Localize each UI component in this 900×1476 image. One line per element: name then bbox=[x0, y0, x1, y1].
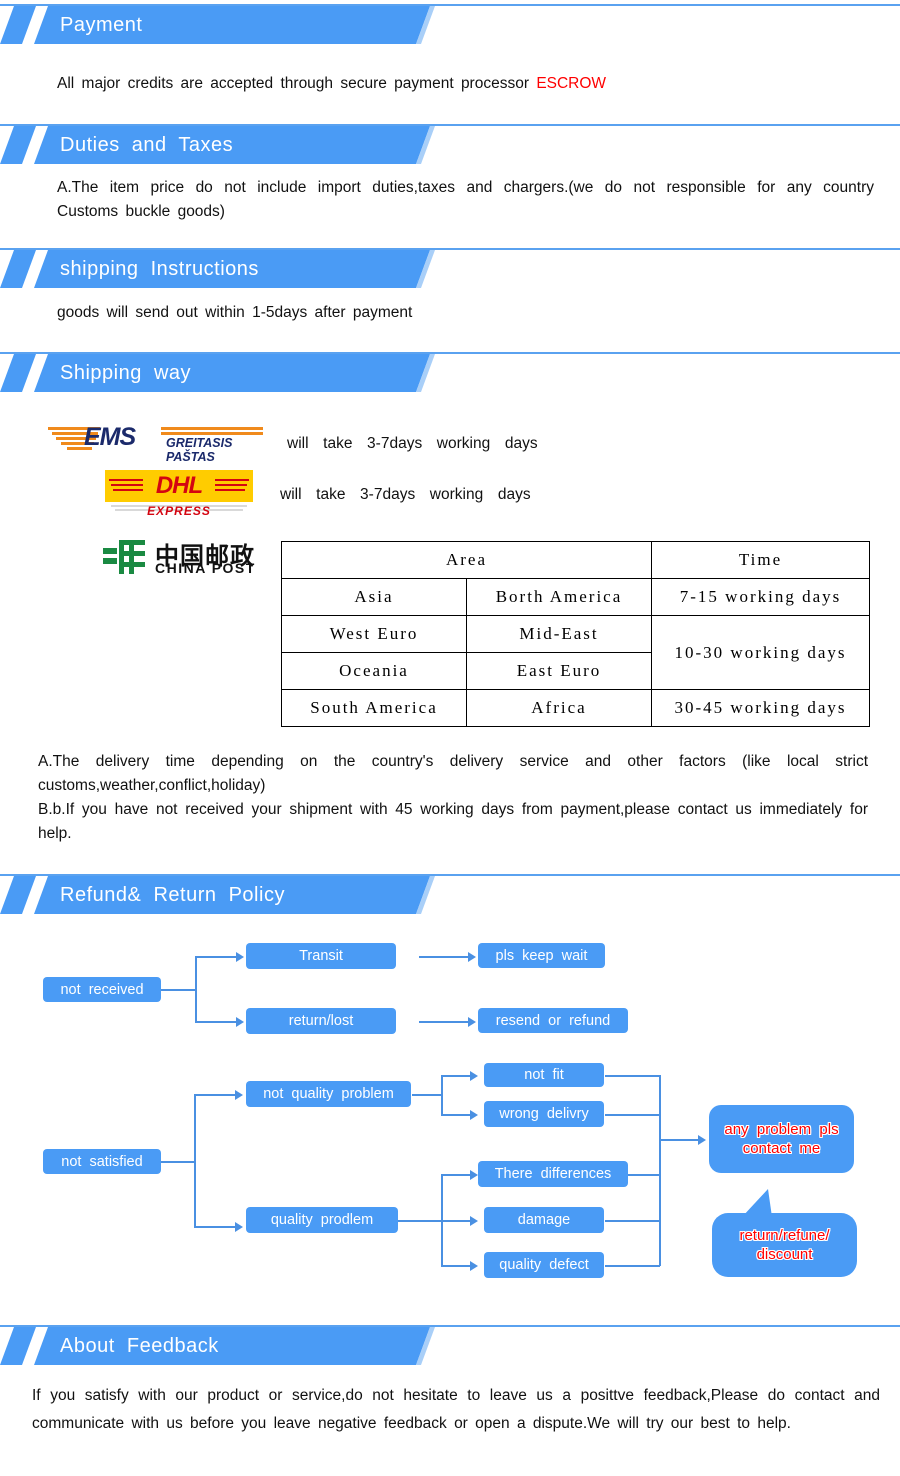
table-cell-area2: East Euro bbox=[466, 652, 652, 690]
section-shipping-instructions: shipping Instructions bbox=[0, 248, 900, 288]
section-banner-shipping-instructions: shipping Instructions bbox=[0, 248, 900, 288]
ems-logo: EMS GREITASIS PAŠTAS bbox=[48, 423, 263, 464]
ems-subtext: GREITASIS PAŠTAS bbox=[166, 436, 233, 464]
table-cell-area1: Oceania bbox=[281, 652, 467, 690]
flow-node-not-satisfied[interactable]: not satisfied bbox=[43, 1149, 161, 1174]
section-banner-feedback: About Feedback bbox=[0, 1325, 900, 1365]
table-cell-area2: Borth America bbox=[466, 578, 652, 616]
section-title-shipping-way: Shipping way bbox=[60, 362, 192, 384]
section-title-refund: Refund& Return Policy bbox=[60, 884, 285, 906]
escrow-label: ESCROW bbox=[536, 75, 607, 92]
section-banner-duties: Duties and Taxes bbox=[0, 124, 900, 164]
flow-node-there-differences[interactable]: There differences bbox=[478, 1161, 628, 1187]
shipping-note-a: A.The delivery time depending on the cou… bbox=[38, 753, 868, 794]
payment-text: All major credits are accepted through s… bbox=[57, 72, 857, 96]
flow-node-resend-or-refund[interactable]: resend or refund bbox=[478, 1008, 628, 1033]
flow-node-not-quality-problem[interactable]: not quality problem bbox=[246, 1081, 411, 1107]
shipping-time-table: Area Time Asia Borth America 7-15 workin… bbox=[281, 541, 870, 727]
table-header-area: Area bbox=[281, 541, 652, 579]
dhl-delivery-time: will take 3-7days working days bbox=[280, 486, 531, 503]
table-row: Asia Borth America 7-15 working days bbox=[281, 578, 870, 616]
flow-node-contact-me[interactable]: any problem pls contact me bbox=[709, 1105, 854, 1173]
duties-text: A.The item price do not include import d… bbox=[57, 179, 874, 220]
section-payment: Payment bbox=[0, 4, 900, 44]
dhl-logo: DHL EXPRESS bbox=[105, 470, 253, 520]
table-cell-time: 7-15 working days bbox=[651, 578, 870, 616]
ems-wordmark: EMS bbox=[84, 423, 136, 451]
section-title-shipping-instructions: shipping Instructions bbox=[60, 258, 259, 280]
section-banner-shipping-way: Shipping way bbox=[0, 352, 900, 392]
flow-node-damage[interactable]: damage bbox=[484, 1207, 604, 1233]
section-title-payment: Payment bbox=[60, 14, 143, 36]
feedback-text: If you satisfy with our product or servi… bbox=[32, 1387, 880, 1432]
china-post-emblem bbox=[103, 540, 147, 574]
flow-node-wrong-delivry[interactable]: wrong delivry bbox=[484, 1101, 604, 1127]
flow-node-quality-prodlem[interactable]: quality prodlem bbox=[246, 1207, 398, 1233]
shipping-instructions-text: goods will send out within 1-5days after… bbox=[57, 304, 413, 321]
table-cell-area1: West Euro bbox=[281, 615, 467, 653]
section-feedback: About Feedback bbox=[0, 1325, 900, 1365]
section-banner-payment: Payment bbox=[0, 4, 900, 44]
flow-node-return-refune-discount[interactable]: return/refune/ discount bbox=[712, 1213, 857, 1277]
table-header-time: Time bbox=[651, 541, 870, 579]
shipping-note-b: B.b.If you have not received your shipme… bbox=[38, 801, 868, 842]
section-shipping-way: Shipping way bbox=[0, 352, 900, 392]
china-post-english: CHINA POST bbox=[155, 560, 256, 576]
flow-node-not-received[interactable]: not received bbox=[43, 977, 161, 1002]
dhl-subtext: EXPRESS bbox=[147, 504, 211, 518]
table-cell-area2: Africa bbox=[466, 689, 652, 727]
table-row: South America Africa 30-45 working days bbox=[281, 689, 870, 727]
table-row: Area Time bbox=[281, 541, 870, 579]
payment-text-body: All major credits are accepted through s… bbox=[57, 75, 537, 92]
section-refund: Refund& Return Policy bbox=[0, 874, 900, 914]
table-cell-time: 10-30 working days bbox=[651, 615, 870, 690]
table-cell-area2: Mid-East bbox=[466, 615, 652, 653]
flow-node-quality-defect[interactable]: quality defect bbox=[484, 1252, 604, 1278]
ems-delivery-time: will take 3-7days working days bbox=[287, 435, 538, 452]
table-row: West Euro Mid-East 10-30 working days bbox=[281, 615, 870, 690]
table-cell-time: 30-45 working days bbox=[651, 689, 870, 727]
flow-node-transit[interactable]: Transit bbox=[246, 943, 396, 969]
section-title-feedback: About Feedback bbox=[60, 1335, 219, 1357]
table-cell-area1: South America bbox=[281, 689, 467, 727]
flow-node-not-fit[interactable]: not fit bbox=[484, 1063, 604, 1087]
section-duties: Duties and Taxes bbox=[0, 124, 900, 164]
dhl-wordmark: DHL bbox=[155, 472, 203, 499]
section-title-duties: Duties and Taxes bbox=[60, 134, 234, 156]
product-policy-page: Payment All major credits are accepted t… bbox=[0, 0, 900, 1476]
section-banner-refund: Refund& Return Policy bbox=[0, 874, 900, 914]
speech-bubble-tail bbox=[742, 1189, 772, 1217]
table-cell-area1: Asia bbox=[281, 578, 467, 616]
flow-node-return-lost[interactable]: return/lost bbox=[246, 1008, 396, 1034]
china-post-logo: 中国邮政 CHINA POST bbox=[103, 538, 273, 578]
flow-node-pls-keep-wait[interactable]: pls keep wait bbox=[478, 943, 605, 968]
